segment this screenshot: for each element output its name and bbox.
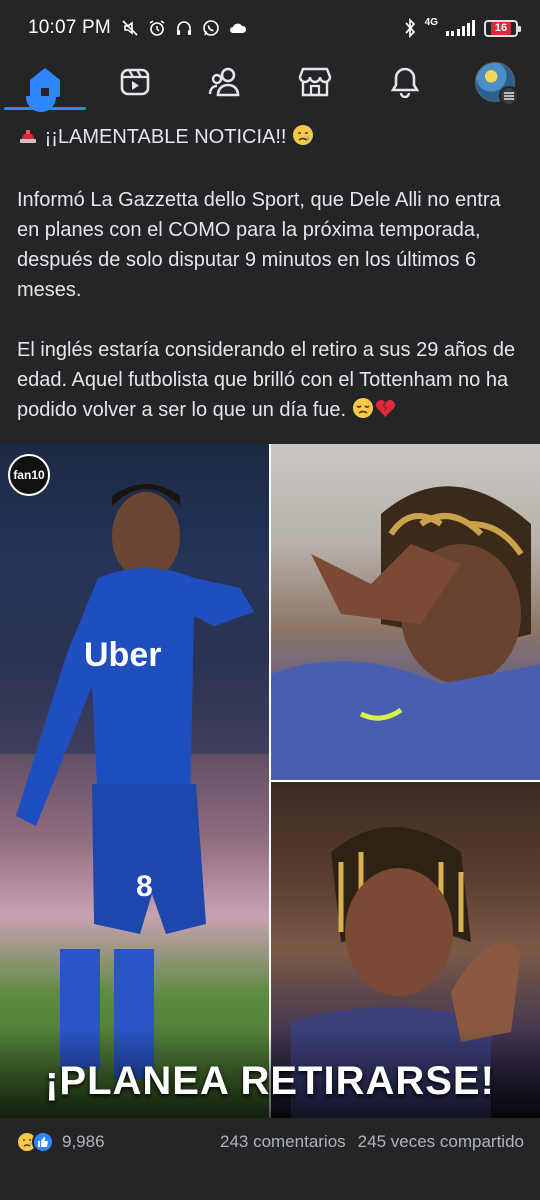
post-paragraph-1: Informó La Gazzetta dello Sport, que Del… xyxy=(17,189,501,301)
tab-marketplace[interactable] xyxy=(270,56,360,108)
image-headline: ¡PLANEA RETIRARSE! xyxy=(45,1059,495,1103)
shares-count[interactable]: 245 veces compartido xyxy=(358,1132,524,1152)
tab-notifications[interactable] xyxy=(360,56,450,108)
fan10-logo: fan10 xyxy=(8,454,50,496)
friends-icon xyxy=(208,67,240,97)
photo-player-frame-gesture[interactable] xyxy=(271,444,540,780)
broken-heart-icon xyxy=(374,397,396,428)
reaction-icons[interactable] xyxy=(16,1131,54,1153)
top-nav xyxy=(0,56,540,110)
battery-level: 16 xyxy=(490,21,512,35)
jersey-number: 8 xyxy=(136,870,153,903)
tab-video[interactable] xyxy=(90,56,180,108)
collage-divider-horizontal xyxy=(271,780,540,782)
siren-icon xyxy=(17,124,39,155)
crying-face-icon xyxy=(292,124,314,155)
signal-icon xyxy=(446,20,476,36)
post-paragraph-2-text: El inglés estaría considerando el retiro… xyxy=(17,339,516,421)
post-photo-collage[interactable]: Uber 8 fan10 ¡PLANEA RETIRARSE! xyxy=(0,444,540,1118)
menu-icon xyxy=(499,86,519,106)
tab-menu[interactable] xyxy=(450,56,540,108)
post-headline-line: ¡¡LAMENTABLE NOTICIA!! xyxy=(17,122,527,155)
post-headline: ¡¡LAMENTABLE NOTICIA!! xyxy=(44,126,287,148)
bluetooth-icon xyxy=(403,18,417,38)
status-bar: 10:07 PM 4G 16 xyxy=(0,0,540,56)
tab-friends[interactable] xyxy=(180,56,270,108)
post-text[interactable]: ¡¡LAMENTABLE NOTICIA!! Informó La Gazzet… xyxy=(17,122,527,428)
marketplace-icon xyxy=(298,67,332,97)
home-icon xyxy=(30,68,60,97)
whatsapp-icon xyxy=(202,19,220,37)
headphones-icon xyxy=(175,19,193,37)
status-icons-right: 4G 16 xyxy=(403,16,521,38)
jersey-sponsor: Uber xyxy=(84,636,161,674)
reaction-count[interactable]: 9,986 xyxy=(62,1132,105,1152)
status-time: 10:07 PM xyxy=(28,17,111,38)
cloud-icon xyxy=(229,21,247,35)
alarm-icon xyxy=(148,19,166,37)
player-figure: Uber 8 xyxy=(0,484,269,1079)
like-reaction-icon xyxy=(32,1131,54,1153)
bottom-area xyxy=(0,1162,540,1200)
profile-avatar-wrap xyxy=(475,62,519,106)
engagement-stats: 243 comentarios 245 veces compartido xyxy=(220,1132,524,1152)
disappointed-face-icon xyxy=(352,397,374,428)
network-label: 4G xyxy=(424,16,438,28)
mute-icon xyxy=(121,19,139,37)
reactions-bar: 9,986 243 comentarios 245 veces comparti… xyxy=(0,1122,540,1162)
player-closeup-1 xyxy=(271,486,540,780)
battery-icon: 16 xyxy=(484,19,521,37)
post-paragraph-2: El inglés estaría considerando el retiro… xyxy=(17,335,527,428)
video-icon xyxy=(120,68,150,96)
status-icons-left xyxy=(121,19,247,37)
bell-icon xyxy=(390,67,420,98)
comments-count[interactable]: 243 comentarios xyxy=(220,1132,346,1152)
photo-player-como[interactable]: Uber 8 fan10 xyxy=(0,444,269,1118)
